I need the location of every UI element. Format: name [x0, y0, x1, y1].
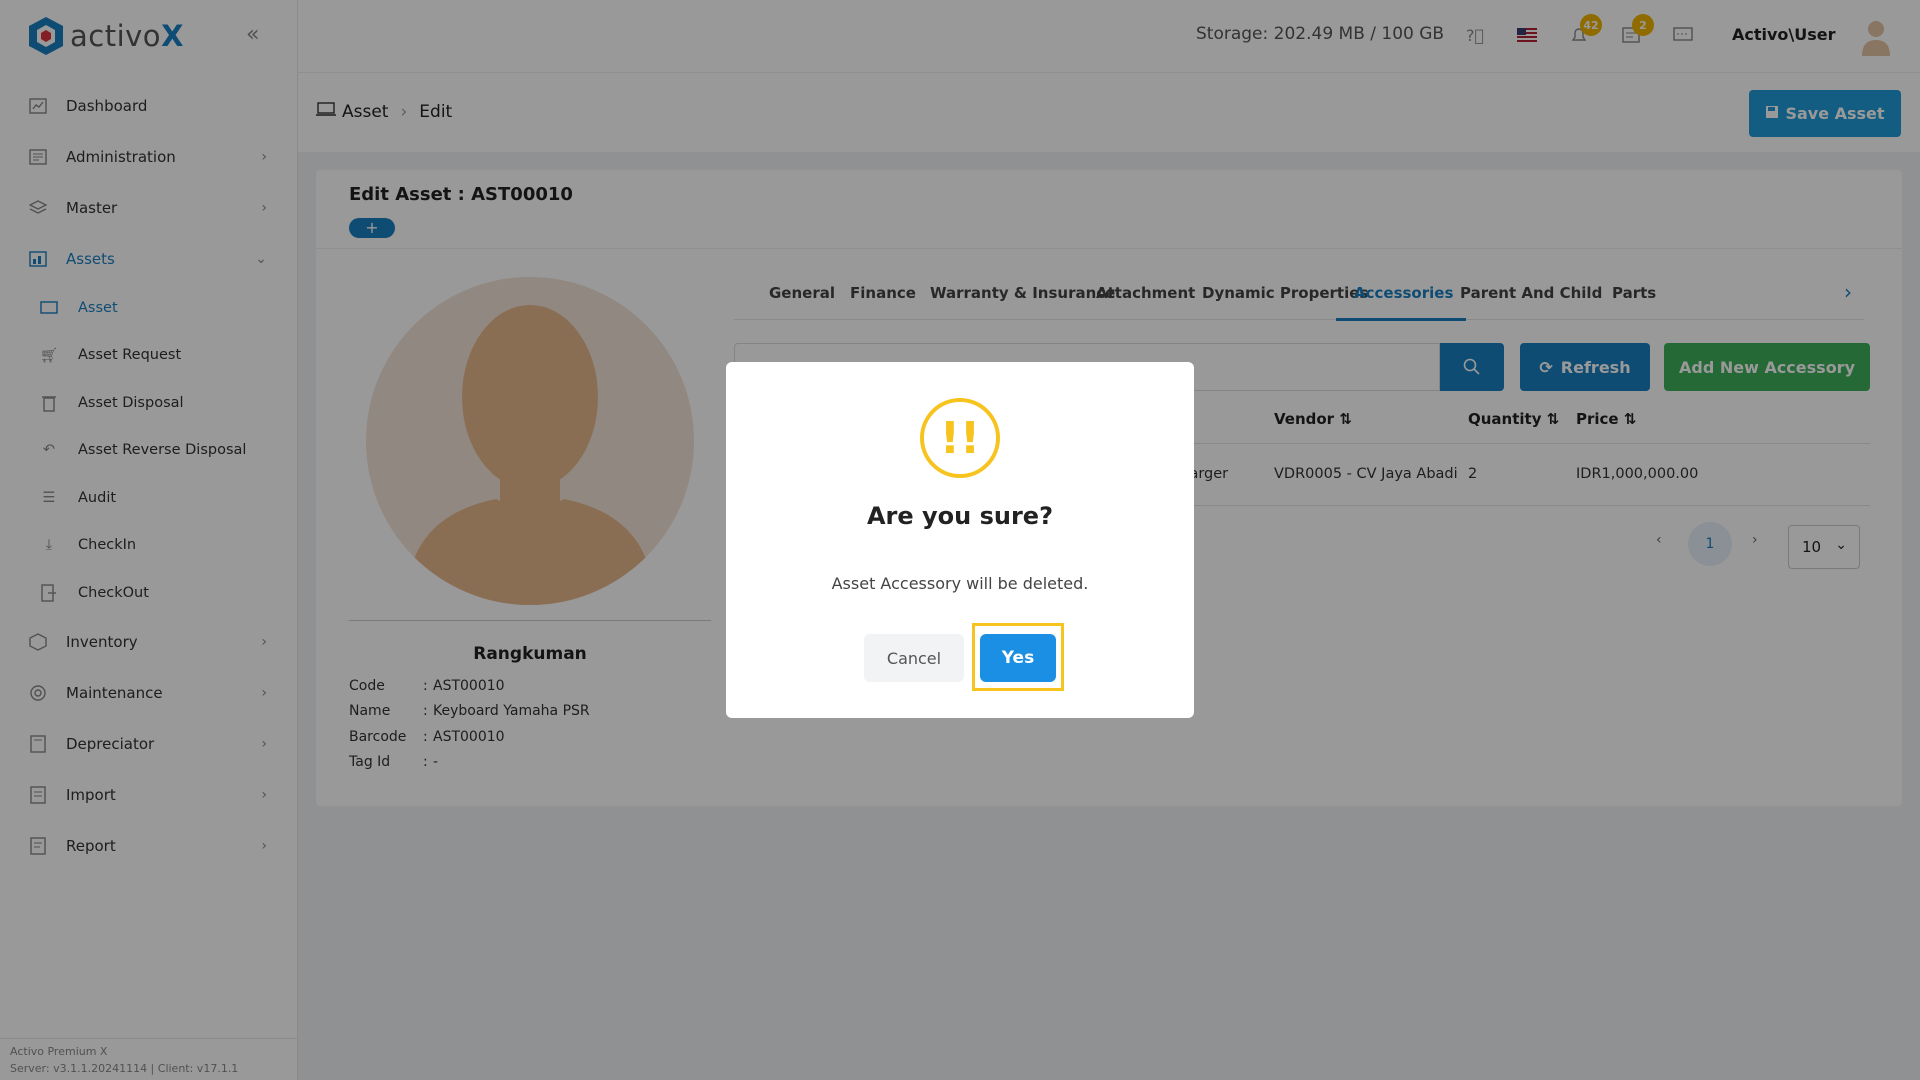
cancel-button[interactable]: Cancel — [864, 634, 964, 682]
warning-icon: !! — [920, 398, 1000, 478]
dialog-title: Are you sure? — [866, 502, 1054, 530]
dialog-message: Asset Accessory will be deleted. — [831, 574, 1089, 593]
confirm-dialog: !! Are you sure? Asset Accessory will be… — [726, 362, 1194, 718]
confirm-yes-button[interactable]: Yes — [980, 634, 1056, 682]
